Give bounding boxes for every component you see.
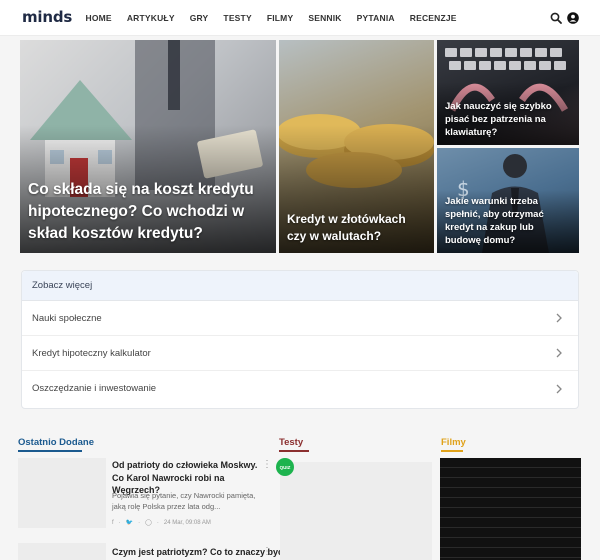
nav-filmy[interactable]: FILMY [267, 13, 294, 23]
nav-pytania[interactable]: PYTANIA [357, 13, 395, 23]
share-count: · [138, 519, 141, 526]
user-icon[interactable] [567, 12, 579, 24]
article-date: 24 Mar, 09:08 AM [163, 519, 211, 526]
hero-title-typing[interactable]: Jak nauczyć się szybko pisać bez patrzen… [445, 100, 571, 139]
article-title[interactable]: Czym jest patriotyzm? Co to znaczy być [112, 546, 283, 559]
hero-title-currency-loan[interactable]: Kredyt w złotówkach czy w walutach? [287, 211, 426, 245]
twitter-icon[interactable]: 🐦 [126, 519, 133, 526]
hero-card-mortgage-cost[interactable]: Co składa się na koszt kredytu hipoteczn… [20, 40, 276, 253]
hero-title-mortgage-cost[interactable]: Co składa się na koszt kredytu hipoteczn… [28, 179, 268, 245]
share-count: · [118, 519, 121, 526]
top-header: minds HOME ARTYKUŁY GRY TESTY FILMY SENN… [0, 0, 600, 36]
nav-gry[interactable]: GRY [190, 13, 209, 23]
hero-title-house-credit[interactable]: Jakie warunki trzeba spełnić, aby otrzym… [445, 195, 571, 247]
main-nav: HOME ARTYKUŁY GRY TESTY FILMY SENNIK PYT… [78, 0, 464, 36]
chevron-right-icon [556, 313, 562, 323]
test-card[interactable] [280, 462, 432, 560]
see-more-item[interactable]: Nauki społeczne [22, 301, 578, 336]
nav-sennik[interactable]: SENNIK [308, 13, 341, 23]
nav-home[interactable]: HOME [86, 13, 112, 23]
section-underline-latest [18, 450, 82, 452]
quiz-badge: QUIZ [276, 458, 294, 476]
see-more-item-label: Kredyt hipoteczny kalkulator [32, 347, 151, 359]
nav-testy[interactable]: TESTY [223, 13, 251, 23]
see-more-box: Zobacz więcej Nauki społeczne Kredyt hip… [21, 270, 579, 409]
article-menu-icon[interactable]: ⋮ [262, 546, 272, 557]
hero-card-typing[interactable]: Jak nauczyć się szybko pisać bez patrzen… [437, 40, 579, 145]
chevron-right-icon [556, 384, 562, 393]
search-icon[interactable] [550, 12, 562, 24]
article-menu-icon[interactable]: ⋮ [262, 459, 272, 470]
facebook-icon[interactable]: f [112, 520, 114, 526]
share-count: · [156, 519, 159, 526]
see-more-item[interactable]: Kredyt hipoteczny kalkulator [22, 336, 578, 371]
chevron-right-icon [556, 348, 562, 358]
whatsapp-icon[interactable]: ◯ [145, 519, 152, 526]
film-card[interactable] [440, 458, 581, 560]
nav-artykuly[interactable]: ARTYKUŁY [127, 13, 175, 23]
article-description: Pojawia się pytanie, czy Nawrocki pamięt… [112, 491, 256, 511]
hero-card-house-credit[interactable]: $ Jakie warunki trzeba spełnić, aby otrz… [437, 148, 579, 253]
article-thumbnail[interactable] [18, 543, 106, 560]
section-underline-tests [279, 450, 309, 452]
article-meta: f · 🐦 · ◯ · 24 Mar, 09:08 AM [112, 519, 211, 527]
see-more-item[interactable]: Oszczędzanie i inwestowanie [22, 371, 578, 406]
see-more-item-label: Oszczędzanie i inwestowanie [32, 383, 157, 394]
hero-card-currency-loan[interactable]: Kredyt w złotówkach czy w walutach? [279, 40, 434, 253]
section-underline-films [441, 450, 463, 452]
article-thumbnail[interactable] [18, 458, 106, 528]
see-more-title: Zobacz więcej [22, 271, 578, 301]
nav-recenzje[interactable]: RECENZJE [410, 13, 457, 23]
see-more-item-label: Nauki społeczne [32, 312, 102, 324]
site-logo[interactable]: minds [22, 8, 72, 26]
